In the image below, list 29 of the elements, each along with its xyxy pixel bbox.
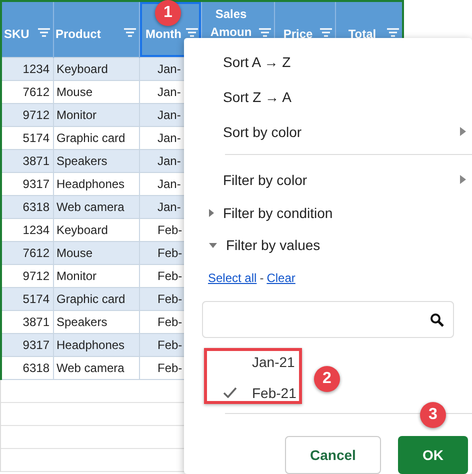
table-cell: Graphic card (53, 287, 139, 310)
table-cell: Graphic card (53, 126, 139, 149)
table-cell: Web camera (53, 195, 139, 218)
table-cell: Monitor (53, 264, 139, 287)
table-cell: 3871 (1, 149, 53, 172)
table-cell: 7612 (1, 80, 53, 103)
table-cell: Keyboard (53, 57, 139, 80)
table-cell: 1234 (1, 57, 53, 80)
table-cell: Mouse (53, 80, 139, 103)
table-cell: 5174 (1, 287, 53, 310)
table-cell: 3871 (1, 310, 53, 333)
table-cell: 1234 (1, 218, 53, 241)
table-cell: Monitor (53, 103, 139, 126)
table-cell: Headphones (53, 172, 139, 195)
separator-text: - (260, 271, 264, 285)
table-cell: 9317 (1, 333, 53, 356)
table-cell: Mouse (53, 241, 139, 264)
table-cell: 9317 (1, 172, 53, 195)
table-cell: Web camera (53, 356, 139, 379)
table-cell: Headphones (53, 333, 139, 356)
table-cell: 9712 (1, 103, 53, 126)
table-cell: Speakers (53, 310, 139, 333)
table-cell: 9712 (1, 264, 53, 287)
table-cell: 7612 (1, 241, 53, 264)
table-cell: 6318 (1, 195, 53, 218)
table-cell: Keyboard (53, 218, 139, 241)
table-cell: Speakers (53, 149, 139, 172)
table-cell: 6318 (1, 356, 53, 379)
table-cell: 5174 (1, 126, 53, 149)
